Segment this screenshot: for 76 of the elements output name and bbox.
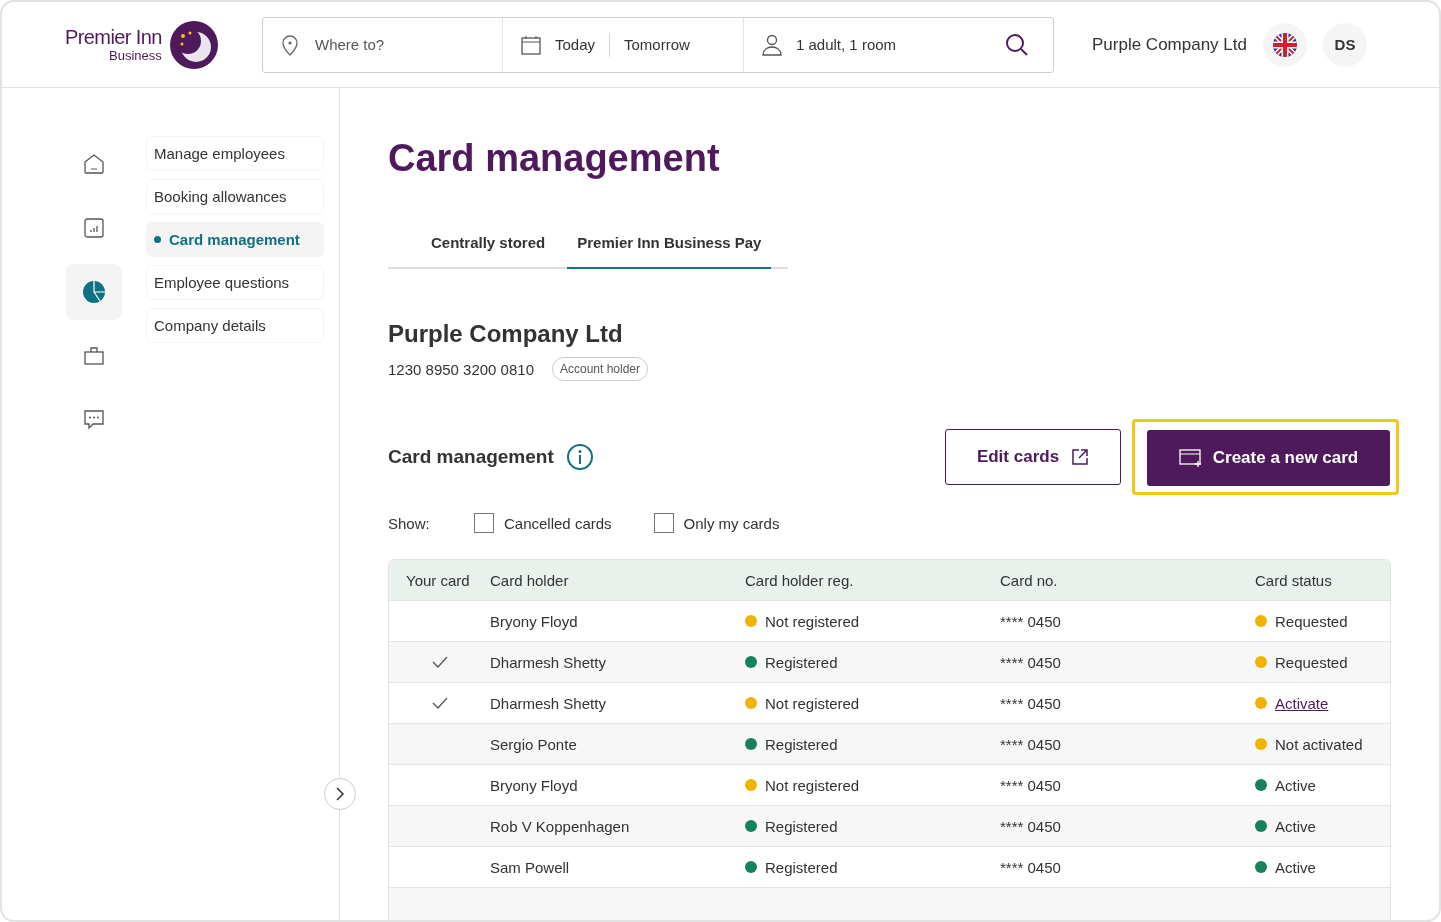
show-label: Show: [388,514,431,532]
table-cell: Registered [765,735,838,753]
column-header: Your card [405,571,471,589]
sidebar-item[interactable]: Manage employees [146,136,324,171]
column-header: Card no. [1000,571,1059,589]
column-header: Card holder reg. [745,571,855,589]
sidebar-item[interactable]: Company details [146,308,324,343]
table-cell-text: Dharmesh Shetty [490,653,607,671]
table-cell-text: **** 0450 [1000,694,1062,712]
language-button[interactable] [1263,22,1307,67]
table-cell-text: Dharmesh Shetty [490,694,607,712]
table-cell: Not registered [765,776,860,794]
checkbox[interactable] [653,513,674,533]
table-cell: Not registered [765,694,860,712]
table-cell: Active [1275,817,1316,835]
page-title: Card management [388,136,721,181]
expand-sidebar-button[interactable] [324,778,356,810]
table-cell: Not registered [765,612,860,630]
tab[interactable]: Premier Inn Business Pay [567,234,772,269]
checkbox-label[interactable]: Only my cards [683,514,780,532]
chat-icon [83,409,105,431]
user-avatar[interactable]: DS [1323,22,1367,67]
external-link-icon [1071,448,1090,466]
edit-cards-button[interactable]: Edit cards [945,429,1121,485]
table-cell: Registered [765,653,838,671]
table-cell: Active [1275,858,1316,876]
table-cell-text: **** 0450 [1000,735,1062,753]
sidebar-item[interactable]: Card management [146,222,324,257]
check-in-date[interactable]: Today [555,36,596,53]
table-cell-text: Sergio Ponte [490,735,578,753]
logo-name: Premier Inn [65,26,162,48]
bar-chart-icon [83,217,105,239]
logo-subtitle: Business [109,48,162,63]
moon-logo-icon [169,20,218,69]
table-cell-text: **** 0450 [1000,653,1062,671]
table-cell-text: **** 0450 [1000,858,1062,876]
uk-flag-icon [1273,32,1297,57]
company-heading: Purple Company Ltd [388,319,624,349]
check-out-date[interactable]: Tomorrow [624,36,690,53]
column-header: Card status [1255,571,1333,589]
column-header: Card holder [490,571,570,589]
table-cell: Requested [1275,653,1348,671]
table-cell-text: Sam Powell [490,858,571,876]
table-cell-text: **** 0450 [1000,776,1062,794]
tab[interactable]: Centrally stored [388,234,568,269]
company-name[interactable]: Purple Company Ltd [1092,34,1247,55]
checkbox[interactable] [474,513,494,533]
table-cell: Requested [1275,612,1348,630]
pie-nav-button[interactable] [66,264,122,320]
briefcase-icon [83,345,105,367]
checkbox-label[interactable]: Cancelled cards [504,514,612,532]
activate-link[interactable]: Activate [1275,694,1329,712]
card-icon [1178,449,1203,467]
calendar-icon [521,34,541,55]
guests-selector[interactable]: 1 adult, 1 room [796,36,897,53]
table-cell-text: Bryony Floyd [490,776,579,794]
info-icon[interactable] [565,443,594,471]
account-number: 1230 8950 3200 0810 [388,360,534,378]
table-cell-text: **** 0450 [1000,817,1062,835]
table-cell-text: Rob V Koppenhagen [490,817,631,835]
chevron-right-icon [335,787,345,801]
home-icon [83,153,105,175]
pie-chart-icon [82,280,106,304]
location-pin-icon [281,33,299,56]
create-card-button[interactable]: Create a new card [1147,430,1390,486]
table-cell: Registered [765,858,838,876]
sidebar-item[interactable]: Employee questions [146,265,324,300]
person-icon [762,33,782,56]
section-title: Card management [388,446,554,468]
sidebar-item[interactable]: Booking allowances [146,179,324,214]
table-cell-text: Bryony Floyd [490,612,579,630]
table-cell-text: **** 0450 [1000,612,1062,630]
search-button[interactable] [1005,32,1029,57]
table-cell: Not activated [1275,735,1363,753]
table-cell: Registered [765,817,838,835]
table-cell: Active [1275,776,1316,794]
